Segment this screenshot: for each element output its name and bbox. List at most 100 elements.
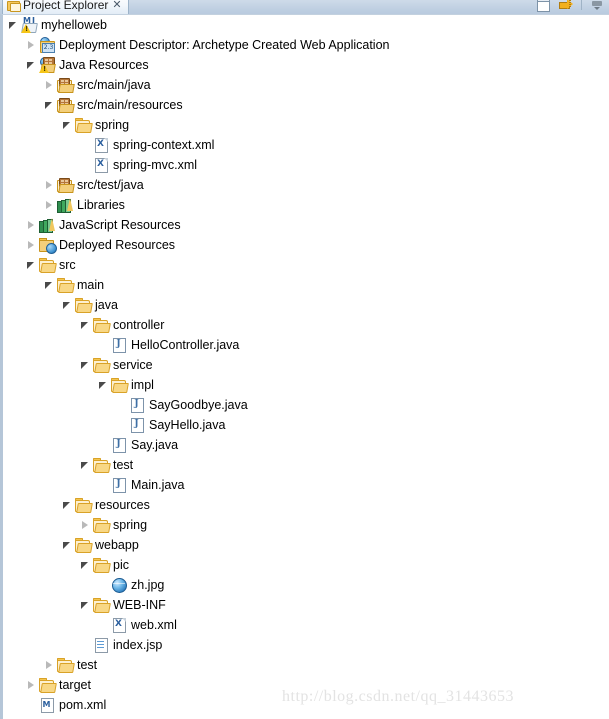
tree-item[interactable]: index.jsp <box>3 635 609 655</box>
chevron-right-icon[interactable] <box>26 680 37 691</box>
tree-item-label: Deployed Resources <box>59 238 176 252</box>
tree-item[interactable]: J SayGoodbye.java <box>3 395 609 415</box>
tab-project-explorer[interactable]: Project Explorer ✕ <box>2 0 129 14</box>
tree-item-label: Libraries <box>77 198 125 212</box>
tree-item[interactable]: 2.3 Deployment Descriptor: Archetype Crea… <box>3 35 609 55</box>
tree-item-label: main <box>77 278 105 292</box>
tree-item[interactable]: pic <box>3 555 609 575</box>
tree-item-label: service <box>113 358 153 372</box>
chevron-right-icon[interactable] <box>26 40 37 51</box>
tree-item-label: JavaScript Resources <box>59 218 181 232</box>
xml-file-icon: X <box>93 137 109 153</box>
tree-item[interactable]: src/test/java <box>3 175 609 195</box>
java-file-icon: J <box>129 397 145 413</box>
tree-item[interactable]: J HelloController.java <box>3 335 609 355</box>
deployed-resources-icon <box>39 237 57 254</box>
tree-item[interactable]: Libraries <box>3 195 609 215</box>
tree-item[interactable]: Java Resources <box>3 55 609 75</box>
tree-item[interactable]: spring <box>3 515 609 535</box>
view-toolbar <box>535 0 605 13</box>
chevron-right-icon[interactable] <box>44 660 55 671</box>
tree-item[interactable]: WEB-INF <box>3 595 609 615</box>
tree-item-label: WEB-INF <box>113 598 166 612</box>
chevron-right-icon[interactable] <box>80 520 91 531</box>
chevron-down-icon[interactable] <box>80 360 91 371</box>
chevron-down-icon[interactable] <box>80 460 91 471</box>
chevron-right-icon[interactable] <box>26 220 37 231</box>
link-with-editor-icon[interactable] <box>558 0 574 12</box>
jsp-file-icon <box>93 637 109 653</box>
tree-item-label: resources <box>95 498 150 512</box>
tree-item[interactable]: Xspring-context.xml <box>3 135 609 155</box>
tree-item[interactable]: Deployed Resources <box>3 235 609 255</box>
chevron-right-icon[interactable] <box>44 200 55 211</box>
tree-item-label: webapp <box>95 538 139 552</box>
folder-icon <box>7 0 21 12</box>
xml-file-icon: X <box>111 617 127 633</box>
tree-item[interactable]: java <box>3 295 609 315</box>
tree-item-label: HelloController.java <box>131 338 240 352</box>
tree-item-label: web.xml <box>131 618 177 632</box>
tree-item[interactable]: MJmyhelloweb <box>3 15 609 35</box>
chevron-right-icon[interactable] <box>44 180 55 191</box>
tree-item[interactable]: service <box>3 355 609 375</box>
java-file-icon: J <box>129 417 145 433</box>
source-folder-icon <box>57 177 75 193</box>
project-explorer-tree[interactable]: MJmyhelloweb2.3Deployment Descriptor: Ar… <box>0 14 609 719</box>
view-menu-icon[interactable] <box>589 0 605 12</box>
tree-item[interactable]: J Say.java <box>3 435 609 455</box>
chevron-down-icon[interactable] <box>44 100 55 111</box>
tree-item[interactable]: src/main/java <box>3 75 609 95</box>
chevron-down-icon[interactable] <box>80 320 91 331</box>
tree-item[interactable]: webapp <box>3 535 609 555</box>
chevron-down-icon[interactable] <box>44 280 55 291</box>
tree-item[interactable]: Xweb.xml <box>3 615 609 635</box>
chevron-right-icon[interactable] <box>44 80 55 91</box>
tree-item-label: spring <box>95 118 130 132</box>
deployment-descriptor-icon: 2.3 <box>39 37 55 53</box>
image-file-icon <box>111 577 127 593</box>
tree-item[interactable]: J Main.java <box>3 475 609 495</box>
tree-item[interactable]: resources <box>3 495 609 515</box>
chevron-down-icon[interactable] <box>62 500 73 511</box>
tree-item-label: Say.java <box>131 438 179 452</box>
chevron-down-icon[interactable] <box>26 60 37 71</box>
folder-icon <box>93 517 111 533</box>
chevron-down-icon[interactable] <box>62 540 73 551</box>
tree-item[interactable]: Xspring-mvc.xml <box>3 155 609 175</box>
tree-item[interactable]: test <box>3 455 609 475</box>
chevron-down-icon[interactable] <box>62 300 73 311</box>
close-icon[interactable]: ✕ <box>112 0 121 12</box>
tree-item-label: src <box>59 258 76 272</box>
tree-item-label: java <box>95 298 118 312</box>
folder-icon <box>93 357 111 373</box>
libraries-icon <box>57 197 73 213</box>
chevron-down-icon[interactable] <box>80 600 91 611</box>
tree-item[interactable]: zh.jpg <box>3 575 609 595</box>
folder-icon <box>93 557 111 573</box>
tree-item[interactable]: J SayHello.java <box>3 415 609 435</box>
tree-item[interactable]: main <box>3 275 609 295</box>
chevron-down-icon[interactable] <box>80 560 91 571</box>
tree-item[interactable]: spring <box>3 115 609 135</box>
tree-item[interactable]: impl <box>3 375 609 395</box>
tree-item[interactable]: test <box>3 655 609 675</box>
chevron-down-icon[interactable] <box>98 380 109 391</box>
tree-item[interactable]: controller <box>3 315 609 335</box>
chevron-right-icon[interactable] <box>26 240 37 251</box>
source-folder-icon <box>57 97 75 113</box>
tree-item[interactable]: JavaScript Resources <box>3 215 609 235</box>
restore-view-icon[interactable] <box>535 0 551 12</box>
tree-item-label: index.jsp <box>113 638 163 652</box>
view-tab-bar: Project Explorer ✕ <box>0 0 609 14</box>
tree-item[interactable]: src/main/resources <box>3 95 609 115</box>
folder-icon <box>39 677 57 693</box>
chevron-down-icon[interactable] <box>26 260 37 271</box>
tree-item[interactable]: src <box>3 255 609 275</box>
chevron-down-icon[interactable] <box>8 20 19 31</box>
chevron-down-icon[interactable] <box>62 120 73 131</box>
